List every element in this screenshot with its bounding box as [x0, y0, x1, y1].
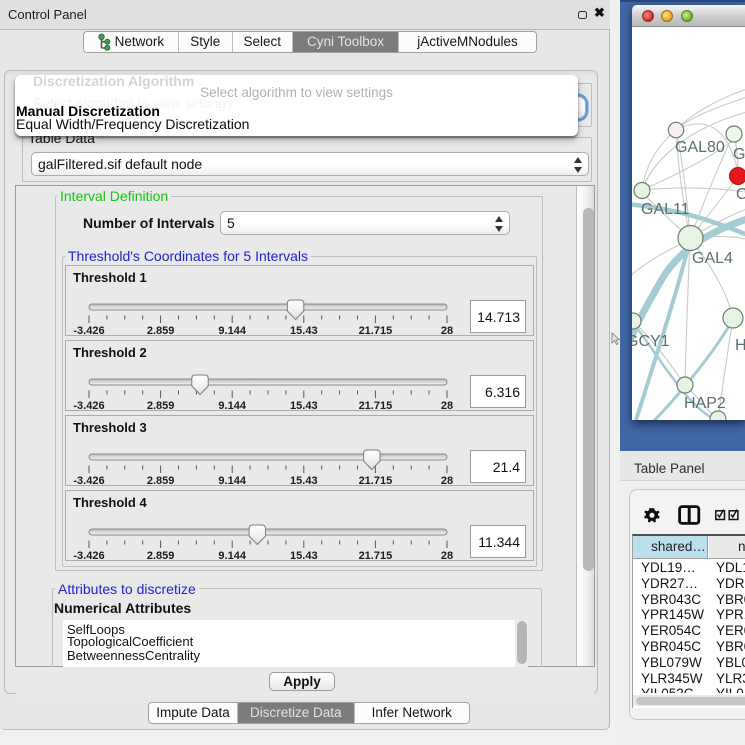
svg-text:28: 28	[441, 400, 453, 411]
svg-text:15.43: 15.43	[290, 325, 318, 336]
svg-text:GCY1: GCY1	[632, 333, 670, 350]
svg-text:15.43: 15.43	[290, 475, 318, 486]
svg-text:G.: G.	[733, 146, 745, 163]
svg-text:GAL80: GAL80	[675, 139, 725, 156]
svg-text:9.144: 9.144	[218, 325, 246, 336]
svg-text:21.715: 21.715	[359, 325, 393, 336]
svg-text:-3.426: -3.426	[73, 325, 104, 336]
svg-text:9.144: 9.144	[218, 400, 246, 411]
svg-text:2.859: 2.859	[147, 400, 175, 411]
svg-text:2.859: 2.859	[147, 475, 175, 486]
svg-text:15.43: 15.43	[290, 550, 318, 561]
svg-text:H: H	[735, 337, 745, 354]
svg-text:2.859: 2.859	[147, 325, 175, 336]
svg-text:C: C	[736, 186, 745, 203]
svg-text:28: 28	[441, 550, 453, 561]
svg-text:28: 28	[441, 325, 453, 336]
svg-text:-3.426: -3.426	[73, 400, 104, 411]
svg-text:15.43: 15.43	[290, 400, 318, 411]
svg-text:9.144: 9.144	[218, 475, 246, 486]
svg-text:HAP2: HAP2	[684, 395, 726, 412]
svg-text:21.715: 21.715	[359, 400, 393, 411]
svg-text:21.715: 21.715	[359, 475, 393, 486]
svg-text:GAL11: GAL11	[641, 201, 690, 218]
svg-text:-3.426: -3.426	[73, 475, 104, 486]
svg-text:21.715: 21.715	[359, 550, 393, 561]
svg-text:2.859: 2.859	[147, 550, 175, 561]
svg-text:28: 28	[441, 475, 453, 486]
svg-text:GAL4: GAL4	[692, 250, 733, 267]
svg-text:-3.426: -3.426	[73, 550, 104, 561]
svg-text:9.144: 9.144	[218, 550, 246, 561]
